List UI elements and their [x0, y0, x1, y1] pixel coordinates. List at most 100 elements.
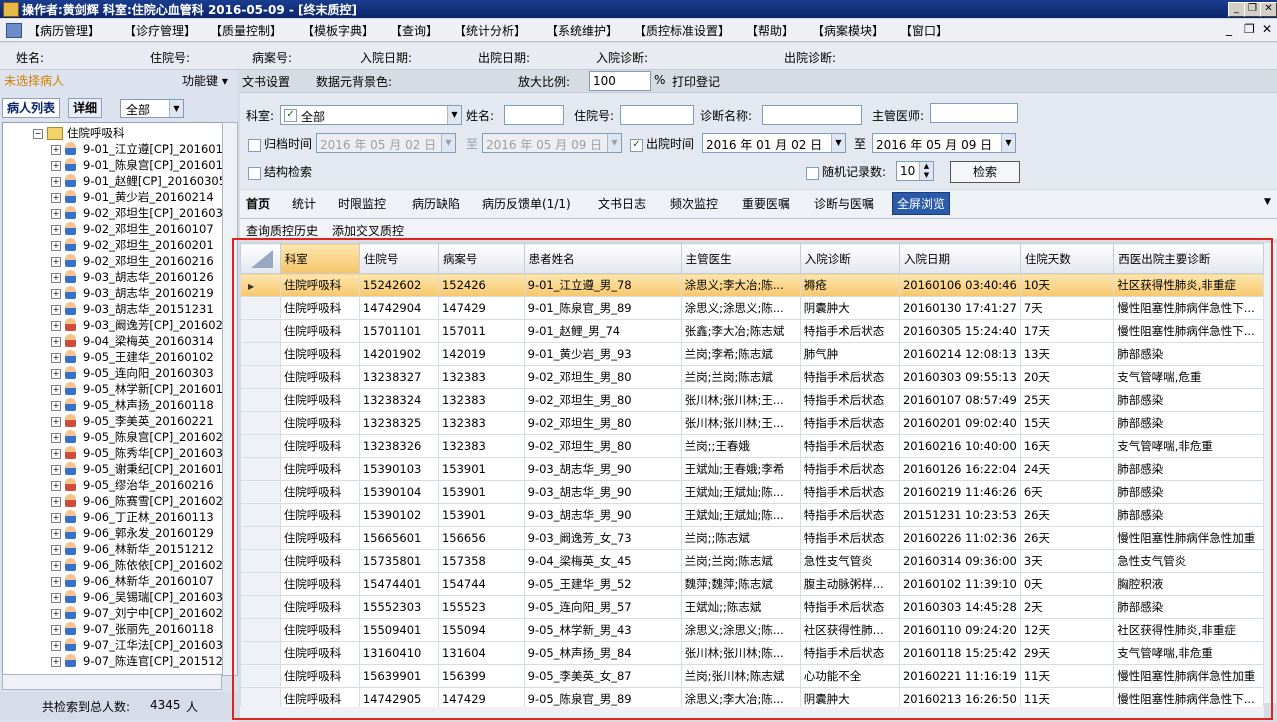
- table-cell[interactable]: 社区获得性肺炎,非重症: [1113, 618, 1264, 642]
- table-cell[interactable]: 住院呼吸科: [279, 388, 360, 412]
- expand-icon[interactable]: +: [51, 657, 61, 667]
- expand-icon[interactable]: +: [51, 145, 61, 155]
- row-header[interactable]: [240, 549, 281, 573]
- tree-patient-item[interactable]: +9-05_林声扬_20160118: [3, 397, 223, 413]
- name-search-input[interactable]: [504, 105, 564, 125]
- table-cell[interactable]: 9-02_邓坦生_男_80: [523, 434, 682, 458]
- menu-window[interactable]: 【窗口】: [900, 22, 948, 39]
- table-row[interactable]: 住院呼吸科 15390103 153901 9-03_胡志华_男_90 王斌灿;王春娥;…: [240, 457, 1264, 481]
- table-cell[interactable]: 14742904: [358, 296, 439, 320]
- patient-filter-select[interactable]: 全部 ▼: [120, 99, 184, 118]
- column-header[interactable]: 患者姓名: [523, 243, 682, 274]
- table-row[interactable]: 住院呼吸科 15639901 156399 9-05_李美英_女_87 兰岗;张川林;陈…: [240, 664, 1264, 688]
- tab-fullscreen[interactable]: 全屏浏览: [892, 192, 951, 215]
- table-cell[interactable]: 9-01_江立遵_男_78: [523, 273, 682, 297]
- chevron-down-icon[interactable]: ▼: [1001, 134, 1015, 152]
- table-cell[interactable]: 20160303 09:55:13: [898, 365, 1021, 389]
- table-cell[interactable]: 支气管哮喘,危重: [1113, 365, 1264, 389]
- expand-icon[interactable]: +: [51, 433, 61, 443]
- tab-feedback[interactable]: 病历反馈单(1/1): [482, 195, 571, 212]
- table-cell[interactable]: 兰岗;兰岗;陈志斌: [680, 549, 801, 573]
- table-cell[interactable]: 急性支气管炎: [799, 549, 900, 573]
- expand-icon[interactable]: +: [51, 321, 61, 331]
- expand-icon[interactable]: +: [51, 401, 61, 411]
- table-cell[interactable]: 住院呼吸科: [279, 664, 360, 688]
- tree-patient-item[interactable]: +9-02_邓坦生_20160107: [3, 221, 223, 237]
- table-cell[interactable]: 褥疮: [799, 273, 900, 297]
- table-cell[interactable]: 特指手术后状态: [799, 388, 900, 412]
- table-cell[interactable]: 20160219 11:46:26: [898, 480, 1021, 504]
- tree-patient-item[interactable]: +9-05_王建华_20160102: [3, 349, 223, 365]
- document-settings-button[interactable]: 文书设置: [242, 73, 290, 90]
- menu-quality-control[interactable]: 【质量控制】: [210, 22, 282, 39]
- tree-horizontal-scrollbar[interactable]: [2, 674, 222, 690]
- table-row[interactable]: 住院呼吸科 13238325 132383 9-02_邓坦生_男_80 张川林;张川林;…: [240, 411, 1264, 435]
- expand-icon[interactable]: +: [51, 289, 61, 299]
- tab-menu-chevron-icon[interactable]: ▼: [1264, 197, 1271, 207]
- table-row[interactable]: 住院呼吸科 15665601 156656 9-03_阚逸芳_女_73 兰岗;;陈志斌特…: [240, 526, 1264, 550]
- table-cell[interactable]: 11天: [1019, 687, 1115, 707]
- table-cell[interactable]: 20160314 09:36:00: [898, 549, 1021, 573]
- table-cell[interactable]: 147429: [437, 296, 525, 320]
- table-cell[interactable]: 142019: [437, 342, 525, 366]
- table-cell[interactable]: 涂思义;涂思义;陈...: [680, 618, 801, 642]
- table-cell[interactable]: 住院呼吸科: [279, 595, 360, 619]
- table-cell[interactable]: 住院呼吸科: [279, 526, 360, 550]
- random-records-checkbox[interactable]: [806, 167, 819, 180]
- table-cell[interactable]: 20160305 15:24:40: [898, 319, 1021, 343]
- table-cell[interactable]: 特指手术后状态: [799, 503, 900, 527]
- tree-patient-item[interactable]: +9-06_林新华_20160107: [3, 573, 223, 589]
- tree-patient-item[interactable]: +9-06_陈赛雪[CP]_201602: [3, 493, 223, 509]
- row-header[interactable]: [240, 388, 281, 412]
- table-cell[interactable]: 15390102: [358, 503, 439, 527]
- table-cell[interactable]: 20160303 14:45:28: [898, 595, 1021, 619]
- menu-help[interactable]: 【帮助】: [746, 22, 794, 39]
- tree-vertical-scrollbar[interactable]: [222, 122, 238, 676]
- chevron-down-icon[interactable]: ▼: [447, 106, 461, 124]
- table-cell[interactable]: 132383: [437, 411, 525, 435]
- table-cell[interactable]: 9-05_林学新_男_43: [523, 618, 682, 642]
- table-cell[interactable]: 13160410: [358, 641, 439, 665]
- restore-button[interactable]: ❐: [1244, 2, 1261, 17]
- mdi-minimize-button[interactable]: _: [1226, 22, 1232, 36]
- tree-patient-item[interactable]: +9-02_邓坦生_20160201: [3, 237, 223, 253]
- table-cell[interactable]: 13238326: [358, 434, 439, 458]
- table-cell[interactable]: 住院呼吸科: [279, 434, 360, 458]
- tree-patient-item[interactable]: +9-05_林学新[CP]_201601: [3, 381, 223, 397]
- table-cell[interactable]: 住院呼吸科: [279, 365, 360, 389]
- table-cell[interactable]: 慢性阻塞性肺病伴急性下...: [1113, 687, 1264, 707]
- table-row[interactable]: 住院呼吸科 15474401 154744 9-05_王建华_男_52 魏萍;魏萍;陈志…: [240, 572, 1264, 596]
- tree-patient-item[interactable]: +9-03_胡志华_20160219: [3, 285, 223, 301]
- menu-query[interactable]: 【查询】: [390, 22, 438, 39]
- collapse-icon[interactable]: −: [33, 129, 43, 139]
- row-header[interactable]: [240, 365, 281, 389]
- table-row[interactable]: 住院呼吸科 15390102 153901 9-03_胡志华_男_90 王斌灿;王斌灿;…: [240, 503, 1264, 527]
- row-header[interactable]: [240, 296, 281, 320]
- grid-vertical-scrollbar[interactable]: [1264, 243, 1276, 703]
- tree-patient-item[interactable]: +9-05_谢秉纪[CP]_201601: [3, 461, 223, 477]
- table-cell[interactable]: 13238324: [358, 388, 439, 412]
- tree-patient-item[interactable]: +9-06_林新华_20151212: [3, 541, 223, 557]
- table-cell[interactable]: 住院呼吸科: [279, 319, 360, 343]
- table-cell[interactable]: 住院呼吸科: [279, 480, 360, 504]
- table-cell[interactable]: 155094: [437, 618, 525, 642]
- table-cell[interactable]: 住院呼吸科: [279, 457, 360, 481]
- table-cell[interactable]: 132383: [437, 388, 525, 412]
- diagnosis-search-input[interactable]: [762, 105, 862, 125]
- row-header[interactable]: [240, 618, 281, 642]
- row-header[interactable]: [240, 572, 281, 596]
- table-cell[interactable]: 15242602: [358, 273, 439, 297]
- archive-from-date[interactable]: 2016 年 05 月 02 日 ▼: [316, 133, 456, 153]
- table-cell[interactable]: 住院呼吸科: [279, 273, 360, 297]
- table-cell[interactable]: 9-03_阚逸芳_女_73: [523, 526, 682, 550]
- expand-icon[interactable]: +: [51, 337, 61, 347]
- table-row[interactable]: ▶ 住院呼吸科 15242602 152426 9-01_江立遵_男_78 涂思义;李大冶…: [240, 273, 1264, 297]
- table-cell[interactable]: 20151231 10:23:53: [898, 503, 1021, 527]
- table-cell[interactable]: 20160110 09:24:20: [898, 618, 1021, 642]
- table-cell[interactable]: 20160226 11:02:36: [898, 526, 1021, 550]
- expand-icon[interactable]: +: [51, 481, 61, 491]
- tree-patient-item[interactable]: +9-04_梁梅英_20160314: [3, 333, 223, 349]
- tree-patient-item[interactable]: +9-05_陈秀华[CP]_201603: [3, 445, 223, 461]
- table-cell[interactable]: 132383: [437, 365, 525, 389]
- expand-icon[interactable]: +: [51, 241, 61, 251]
